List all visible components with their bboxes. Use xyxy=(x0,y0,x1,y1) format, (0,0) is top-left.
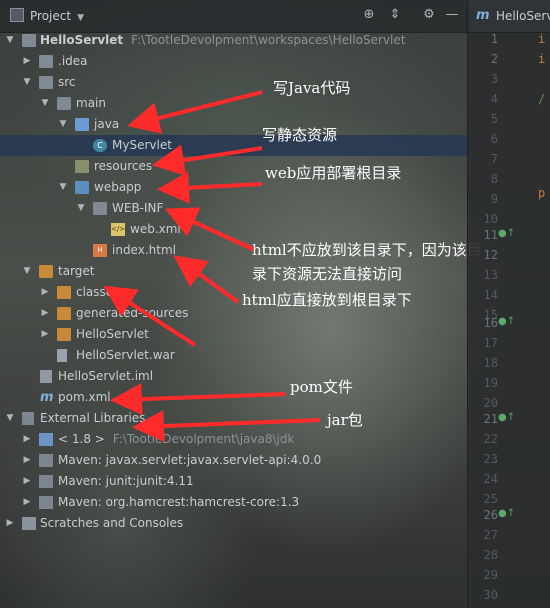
code-fragment: p xyxy=(538,186,546,200)
annotation-java-code: 写Java代码 xyxy=(273,79,351,97)
project-panel: Project ▼ ⊕ ⇕ ⚙ — ▼ HelloServlet F:\Tootle… xyxy=(0,0,482,608)
arrow-to-index-html xyxy=(173,255,240,304)
arrow-to-target xyxy=(103,285,197,347)
annotation-html-not-here-1: html不应放到该目录下，因为该目 xyxy=(252,241,482,259)
line-number: 10 xyxy=(483,212,498,226)
annotation-html-root: html应直接放到根目录下 xyxy=(242,291,412,309)
line-number: 19 xyxy=(483,376,498,390)
line-number: 16 xyxy=(483,316,498,330)
line-number-gutter: 1 2 3 4 5 6 7 8 9 10 11 12 13 14 15 16 1… xyxy=(468,32,516,608)
line-number: 14 xyxy=(483,288,498,302)
line-number: 6 xyxy=(490,132,498,146)
run-gutter-icon[interactable]: ●↑ xyxy=(498,412,515,423)
editor-pane: m HelloServ 1 2 3 4 5 6 7 8 9 10 11 12 1… xyxy=(468,0,550,608)
arrow-to-webapp xyxy=(157,171,263,204)
code-fragment: i xyxy=(538,52,546,66)
arrow-to-resources xyxy=(152,144,263,177)
line-number: 12 xyxy=(483,248,498,262)
line-number: 8 xyxy=(490,172,498,186)
annotation-jar: jar包 xyxy=(327,411,363,429)
line-number: 5 xyxy=(490,112,498,126)
line-number: 30 xyxy=(483,588,498,602)
line-number: 7 xyxy=(490,152,498,166)
line-number: 21 xyxy=(483,412,498,426)
annotation-web-root: web应用部署根目录 xyxy=(265,164,402,182)
line-number: 25 xyxy=(483,492,498,506)
line-number: 9 xyxy=(490,192,498,206)
line-number: 13 xyxy=(483,268,498,282)
line-number: 28 xyxy=(483,548,498,562)
line-number: 22 xyxy=(483,432,498,446)
line-number: 24 xyxy=(483,472,498,486)
line-number: 3 xyxy=(490,72,498,86)
line-number: 4 xyxy=(490,92,498,106)
line-number: 23 xyxy=(483,452,498,466)
maven-icon: m xyxy=(476,8,490,23)
editor-tab[interactable]: m HelloServ xyxy=(468,0,550,33)
line-number: 2 xyxy=(490,52,498,66)
run-gutter-icon[interactable]: ●↑ xyxy=(498,316,515,327)
annotation-pom: pom文件 xyxy=(290,378,353,396)
arrow-to-pom xyxy=(110,383,286,416)
arrow-to-java xyxy=(127,90,263,134)
line-number: 18 xyxy=(483,356,498,370)
run-gutter-icon[interactable]: ●↑ xyxy=(498,228,515,239)
annotation-static-resources: 写静态资源 xyxy=(262,126,338,144)
line-number: 20 xyxy=(483,396,498,410)
arrow-to-web-inf xyxy=(164,207,256,252)
annotation-html-not-here-2: 录下资源无法直接访问 xyxy=(252,265,403,283)
code-fragment: i xyxy=(538,32,546,46)
line-number: 1 xyxy=(490,32,498,46)
line-number: 17 xyxy=(483,336,498,350)
arrow-to-external-libraries xyxy=(132,410,321,443)
line-number: 26 xyxy=(483,508,498,522)
line-number: 27 xyxy=(483,528,498,542)
line-number: 29 xyxy=(483,568,498,582)
line-number: 11 xyxy=(483,228,498,242)
run-gutter-icon[interactable]: ●↑ xyxy=(498,508,515,519)
code-fragment: / xyxy=(538,92,546,106)
